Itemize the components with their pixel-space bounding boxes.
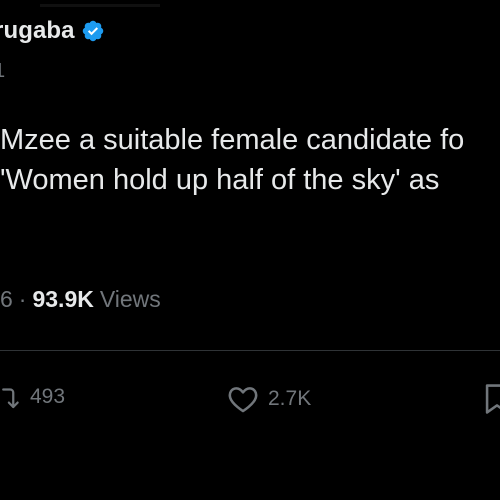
- meta-separator: ·: [18, 286, 27, 312]
- tweet-text-line: 'Women hold up half of the sky' as: [0, 164, 440, 196]
- tweet-text: Mzee a suitable female candidate fo 'Wom…: [0, 120, 500, 200]
- divider: [0, 350, 500, 351]
- author-row[interactable]: rugaba: [0, 16, 105, 46]
- views-label: Views: [99, 286, 161, 312]
- tweet-text-line: Mzee a suitable female candidate fo: [0, 124, 465, 156]
- heart-icon: [226, 382, 260, 416]
- retweet-button[interactable]: 493: [0, 382, 65, 412]
- tweet-meta: 6 · 93.9K Views: [0, 286, 161, 313]
- previous-content-edge: [40, 0, 160, 7]
- tweet-time[interactable]: 6: [0, 286, 13, 313]
- like-count: 2.7K: [268, 387, 312, 410]
- author-handle[interactable]: 1: [0, 60, 5, 83]
- retweet-icon: [0, 382, 22, 412]
- bookmark-button[interactable]: [482, 382, 500, 416]
- bookmark-icon: [482, 382, 500, 416]
- author-name[interactable]: rugaba: [0, 17, 75, 45]
- tweet-actions: 493 2.7K: [0, 382, 500, 418]
- views-count: 93.9K: [32, 286, 94, 312]
- like-button[interactable]: 2.7K: [226, 382, 311, 416]
- verified-badge-icon: [81, 19, 105, 43]
- retweet-count: 493: [30, 385, 66, 408]
